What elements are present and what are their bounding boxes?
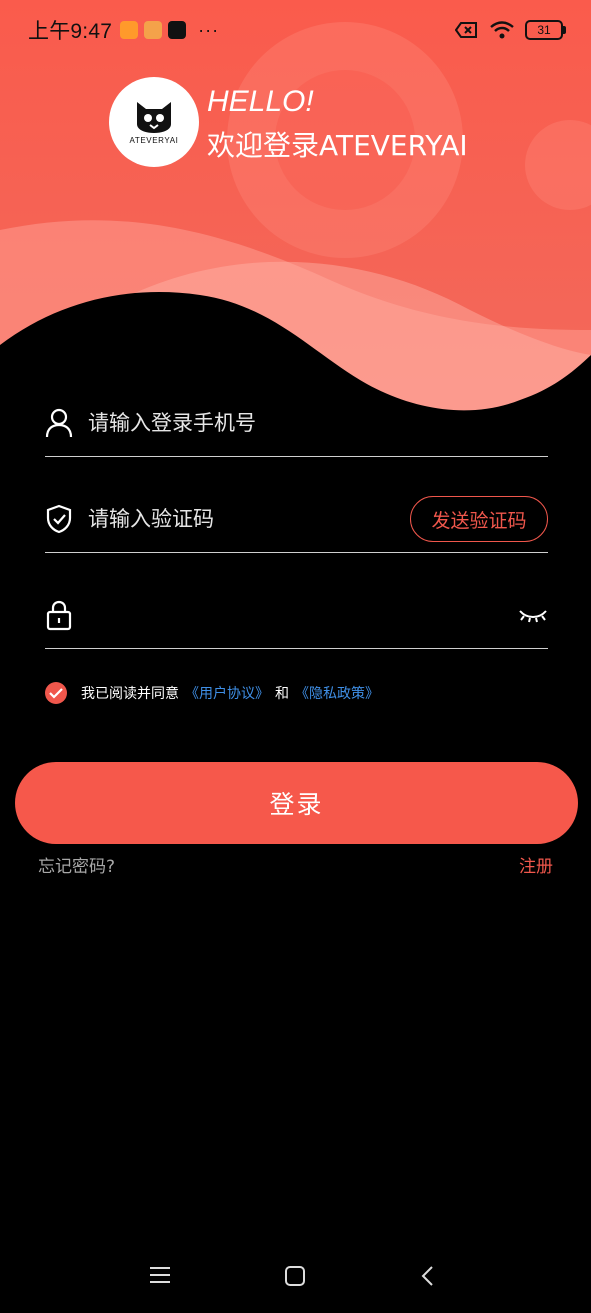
eye-closed-icon[interactable] <box>508 607 548 623</box>
login-button[interactable]: 登录 <box>15 762 578 844</box>
register-link[interactable]: 注册 <box>519 852 553 877</box>
agreement-row: 我已阅读并同意 《用户协议》 和 《隐私政策》 <box>45 682 379 704</box>
send-code-button[interactable]: 发送验证码 <box>410 496 548 542</box>
user-icon <box>45 407 73 439</box>
phone-field <box>45 390 548 457</box>
hero-background <box>0 0 591 420</box>
user-agreement-link[interactable]: 《用户协议》 <box>185 683 269 703</box>
status-time: 上午9:47 <box>28 20 113 43</box>
tiktok-icon <box>168 21 187 39</box>
forgot-password-link[interactable]: 忘记密码? <box>38 852 115 877</box>
agreement-prefix: 我已阅读并同意 <box>81 686 179 702</box>
privacy-policy-link[interactable]: 《隐私政策》 <box>295 683 379 703</box>
shop-notification-icon <box>144 21 163 39</box>
more-notifications: ··· <box>198 19 220 40</box>
menu-icon[interactable] <box>148 1265 172 1285</box>
greeting-welcome: 欢迎登录ATEVERYAI <box>207 129 468 162</box>
shield-check-icon <box>45 503 73 535</box>
phone-input[interactable] <box>88 411 548 435</box>
agreement-checkbox[interactable] <box>45 682 67 704</box>
status-bar: 上午9:47 ··· 31 <box>0 0 591 60</box>
home-icon[interactable] <box>284 1265 306 1287</box>
wifi-icon <box>490 21 514 39</box>
password-input[interactable] <box>88 603 508 627</box>
lock-icon <box>45 599 73 631</box>
check-icon <box>49 688 63 699</box>
password-field <box>45 582 548 649</box>
app-notification-icon <box>120 21 139 39</box>
battery-indicator: 31 <box>525 20 566 40</box>
greeting-hello: HELLO! <box>207 85 314 118</box>
logo-text: ATEVERYAI <box>129 135 179 145</box>
cat-logo-icon <box>137 101 171 133</box>
battery-level: 31 <box>537 23 551 37</box>
verification-code-input[interactable] <box>88 507 410 531</box>
brand-logo: ATEVERYAI <box>109 77 199 167</box>
system-nav-bar <box>0 1245 591 1305</box>
verification-code-field: 发送验证码 <box>45 486 548 553</box>
back-icon[interactable] <box>420 1265 436 1287</box>
agreement-and: 和 <box>275 686 289 702</box>
sim-icon <box>455 22 477 38</box>
